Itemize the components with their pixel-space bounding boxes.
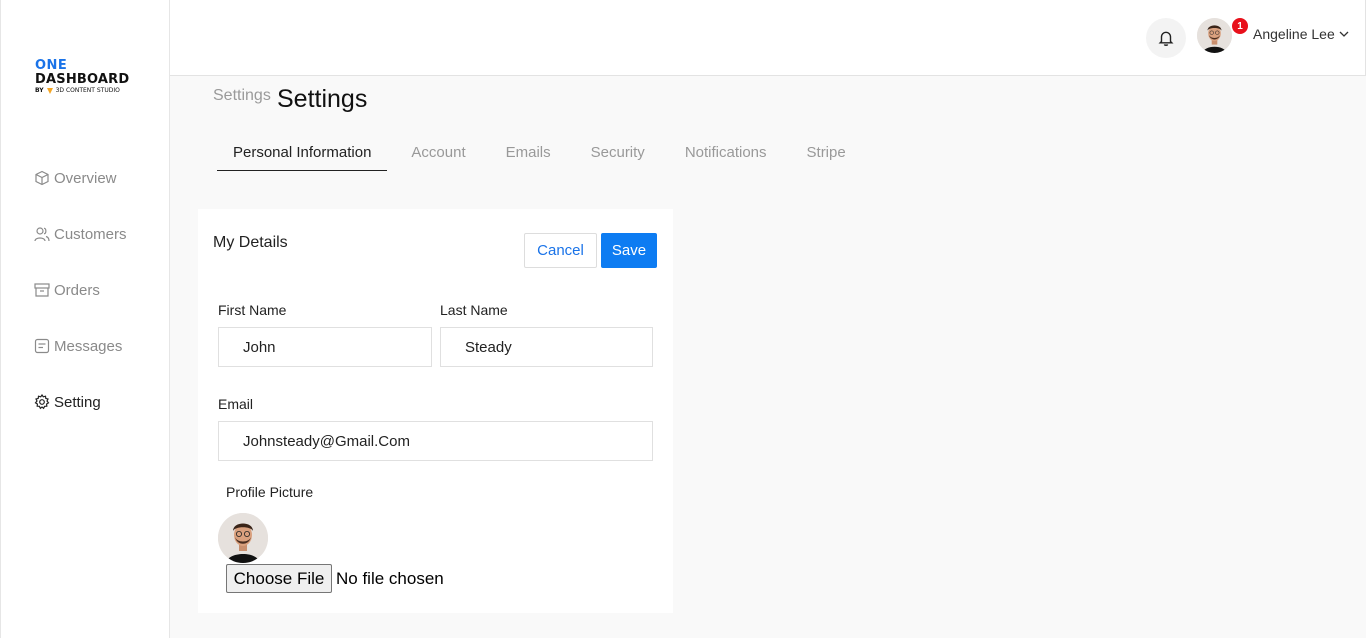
tab-personal-information[interactable]: Personal Information — [217, 133, 388, 171]
cancel-button[interactable]: Cancel — [524, 233, 597, 268]
user-menu[interactable]: Angeline Lee — [1253, 26, 1349, 42]
sidebar-item-overview[interactable]: Overview — [34, 166, 127, 190]
message-icon — [34, 338, 50, 354]
chevron-down-icon — [1339, 31, 1349, 37]
card-title: My Details — [213, 234, 288, 251]
profile-picture-preview — [218, 513, 268, 563]
brand-line-3: BY 3D CONTENT STUDIO — [35, 88, 129, 94]
file-status: No file chosen — [336, 569, 444, 588]
last-name-label: Last Name — [440, 302, 508, 318]
tab-notifications[interactable]: Notifications — [669, 133, 783, 171]
brand-studio: 3D CONTENT STUDIO — [55, 87, 120, 94]
sidebar-item-label: Messages — [54, 337, 123, 355]
notifications-button[interactable] — [1146, 18, 1186, 58]
users-icon — [34, 227, 50, 242]
sidebar-item-label: Setting — [54, 393, 101, 411]
save-button[interactable]: Save — [601, 233, 657, 268]
tab-account[interactable]: Account — [395, 133, 481, 171]
user-name: Angeline Lee — [1253, 26, 1335, 42]
sidebar-item-messages[interactable]: Messages — [34, 334, 127, 358]
brand-by: BY — [35, 87, 44, 94]
last-name-field[interactable] — [440, 327, 653, 367]
email-field[interactable] — [218, 421, 653, 461]
bell-icon — [1158, 31, 1174, 46]
brand-line-1: ONE — [35, 58, 68, 73]
sidebar-item-label: Orders — [54, 281, 100, 299]
avatar-portrait-icon — [1197, 18, 1232, 53]
first-name-label: First Name — [218, 302, 287, 318]
tab-emails[interactable]: Emails — [490, 133, 567, 171]
sidebar-item-customers[interactable]: Customers — [34, 222, 127, 246]
sidebar-nav: Overview Customers Orders Messages Setti… — [34, 166, 127, 446]
sidebar-item-setting[interactable]: Setting — [34, 390, 127, 414]
sidebar-item-orders[interactable]: Orders — [34, 278, 127, 302]
choose-file-button[interactable]: Choose File — [226, 564, 332, 593]
user-avatar[interactable] — [1197, 18, 1232, 53]
sidebar-item-label: Overview — [54, 169, 117, 187]
brand-mark-icon — [46, 88, 53, 94]
email-label: Email — [218, 396, 254, 412]
brand-logo[interactable]: ONE DASHBOARD BY 3D CONTENT STUDIO — [35, 59, 129, 94]
avatar-portrait-icon — [218, 513, 268, 563]
gear-icon — [34, 394, 50, 410]
page-title: Settings — [277, 85, 368, 113]
profile-picture-label: Profile Picture — [226, 484, 314, 500]
notification-badge: 1 — [1232, 18, 1248, 34]
settings-tabs: Personal Information Account Emails Secu… — [217, 133, 870, 171]
cube-icon — [35, 170, 49, 186]
sidebar-item-label: Customers — [54, 225, 127, 243]
top-bar: 1 Angeline Lee — [170, 0, 1366, 76]
tab-security[interactable]: Security — [575, 133, 661, 171]
brand-line-2: DASHBOARD — [35, 72, 130, 87]
tab-stripe[interactable]: Stripe — [791, 133, 862, 171]
sidebar: ONE DASHBOARD BY 3D CONTENT STUDIO Overv… — [0, 0, 170, 638]
my-details-card: My Details Cancel Save First Name Last N… — [198, 209, 673, 613]
first-name-field[interactable] — [218, 327, 432, 367]
breadcrumb[interactable]: Settings — [213, 87, 271, 105]
archive-icon — [34, 283, 50, 297]
